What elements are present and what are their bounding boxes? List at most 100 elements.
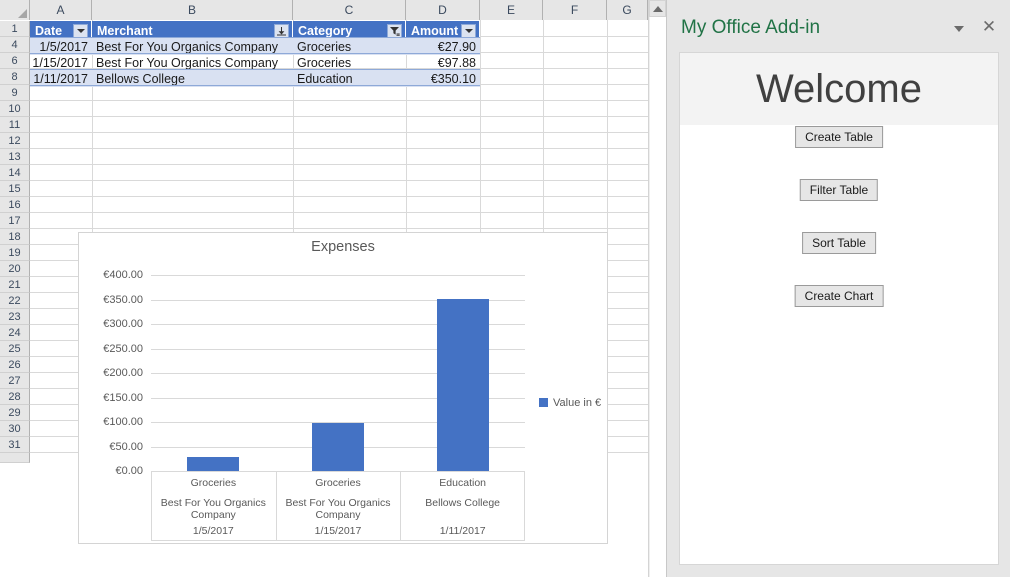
y-axis-tick-label: €0.00 xyxy=(115,465,143,477)
task-pane-header: My Office Add-in ✕ xyxy=(667,0,1010,52)
row-header-24[interactable]: 24 xyxy=(0,325,30,341)
chart-bar[interactable] xyxy=(187,457,239,471)
row-header-23[interactable]: 23 xyxy=(0,309,30,325)
table-header-label: Category xyxy=(298,24,352,38)
gridline xyxy=(30,212,648,213)
select-all-corner[interactable] xyxy=(0,0,30,20)
row-header-29[interactable]: 29 xyxy=(0,405,30,421)
legend-label: Value in € xyxy=(553,397,601,409)
column-header-f[interactable]: F xyxy=(543,0,607,20)
column-header-d[interactable]: D xyxy=(406,0,480,20)
row-header-25[interactable]: 25 xyxy=(0,341,30,357)
row-header-11[interactable]: 11 xyxy=(0,117,30,133)
column-header-c[interactable]: C xyxy=(293,0,406,20)
table-row-border xyxy=(30,85,480,86)
table-row-border xyxy=(30,37,480,38)
row-header-6[interactable]: 6 xyxy=(0,53,30,69)
expenses-chart[interactable]: Expenses €0.00 €50.00 €100.00 €150.00 €200.0… xyxy=(78,232,608,544)
row-header-19[interactable]: 19 xyxy=(0,245,30,261)
y-axis-tick-label: €400.00 xyxy=(103,269,143,281)
chart-gridline xyxy=(151,275,525,276)
filter-dropdown-icon[interactable] xyxy=(461,24,476,38)
sort-table-button[interactable]: Sort Table xyxy=(802,232,876,254)
filter-table-button[interactable]: Filter Table xyxy=(800,179,878,201)
gridline xyxy=(30,180,648,181)
column-header-e[interactable]: E xyxy=(480,0,543,20)
row-header-30[interactable]: 30 xyxy=(0,421,30,437)
select-all-triangle-icon xyxy=(18,9,27,18)
table-row-border xyxy=(30,69,480,70)
sort-ascending-icon[interactable] xyxy=(274,24,289,38)
create-table-button[interactable]: Create Table xyxy=(795,126,883,148)
chart-title: Expenses xyxy=(79,239,607,255)
filter-dropdown-icon[interactable] xyxy=(73,24,88,38)
y-axis-tick-label: €200.00 xyxy=(103,367,143,379)
row-header-10[interactable]: 10 xyxy=(0,101,30,117)
gridline xyxy=(30,100,648,101)
row-header-17[interactable]: 17 xyxy=(0,213,30,229)
row-header-1[interactable]: 1 xyxy=(0,21,30,37)
excel-addin-window: 1468910111213141516171819202122232425262… xyxy=(0,0,1010,577)
y-axis-tick-label: €350.00 xyxy=(103,294,143,306)
create-chart-button[interactable]: Create Chart xyxy=(795,285,884,307)
column-header-a[interactable]: A xyxy=(30,0,92,20)
task-pane-title: My Office Add-in xyxy=(681,17,820,39)
welcome-heading: Welcome xyxy=(756,67,922,112)
column-header-g[interactable]: G xyxy=(607,0,648,20)
row-header-31[interactable]: 31 xyxy=(0,437,30,453)
table-header-label: Amount xyxy=(411,24,458,38)
table-row-border xyxy=(30,53,480,54)
row-header-21[interactable]: 21 xyxy=(0,277,30,293)
row-header-15[interactable]: 15 xyxy=(0,181,30,197)
legend-swatch xyxy=(539,398,548,407)
row-header-8[interactable]: 8 xyxy=(0,69,30,85)
welcome-banner: Welcome xyxy=(680,53,998,125)
chart-bar[interactable] xyxy=(437,299,489,471)
row-header-18[interactable]: 18 xyxy=(0,229,30,245)
close-icon[interactable]: ✕ xyxy=(981,20,997,36)
row-header-26[interactable]: 26 xyxy=(0,357,30,373)
chevron-down-icon[interactable] xyxy=(954,26,964,32)
row-header-12[interactable]: 12 xyxy=(0,133,30,149)
x-axis-merchant-label: Best For You Organics Company xyxy=(280,497,397,521)
chevron-up-icon xyxy=(653,6,663,12)
chart-legend: Value in € xyxy=(539,397,601,409)
y-axis-tick-label: €100.00 xyxy=(103,416,143,428)
table-header-label: Date xyxy=(35,24,62,38)
gridline xyxy=(30,164,648,165)
gridline xyxy=(30,228,648,229)
row-header-4[interactable]: 4 xyxy=(0,37,30,53)
office-addin-task-pane: My Office Add-in ✕ Welcome Create Table F… xyxy=(666,0,1010,577)
x-axis-date-label: 1/5/2017 xyxy=(155,525,272,537)
row-header-13[interactable]: 13 xyxy=(0,149,30,165)
table-header-label: Merchant xyxy=(97,24,153,38)
y-axis-tick-label: €150.00 xyxy=(103,392,143,404)
vertical-scrollbar[interactable] xyxy=(648,0,666,577)
row-header-28[interactable]: 28 xyxy=(0,389,30,405)
gridline xyxy=(30,196,648,197)
scroll-up-button[interactable] xyxy=(649,0,666,17)
scrollbar-track[interactable] xyxy=(649,17,666,577)
row-header-20[interactable]: 20 xyxy=(0,261,30,277)
x-axis-separator xyxy=(400,471,401,541)
gridline xyxy=(30,116,648,117)
row-header-partial[interactable] xyxy=(0,453,30,463)
row-header-27[interactable]: 27 xyxy=(0,373,30,389)
x-axis-merchant-label: Best For You Organics Company xyxy=(155,497,272,521)
column-header-b[interactable]: B xyxy=(92,0,293,20)
chart-bar[interactable] xyxy=(312,423,364,471)
x-axis-category-label: Groceries xyxy=(155,477,272,489)
filter-applied-icon[interactable] xyxy=(387,24,402,38)
row-header-16[interactable]: 16 xyxy=(0,197,30,213)
gridline xyxy=(30,148,648,149)
row-header-9[interactable]: 9 xyxy=(0,85,30,101)
x-axis-category-label: Education xyxy=(404,477,521,489)
row-header-22[interactable]: 22 xyxy=(0,293,30,309)
row-header-14[interactable]: 14 xyxy=(0,165,30,181)
x-axis-date-label: 1/11/2017 xyxy=(404,525,521,537)
column-header-row: ABCDEFG xyxy=(0,0,666,20)
y-axis-tick-label: €50.00 xyxy=(109,441,143,453)
x-axis-date-label: 1/15/2017 xyxy=(280,525,397,537)
spreadsheet-grid[interactable]: 1468910111213141516171819202122232425262… xyxy=(0,0,666,577)
task-pane-body: Welcome Create Table Filter Table Sort Tab… xyxy=(679,52,999,565)
